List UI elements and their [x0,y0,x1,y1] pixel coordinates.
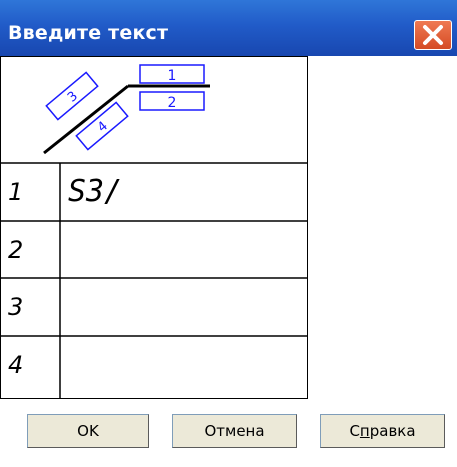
row-number-3: 3 [8,293,24,321]
diagram-label-2: 2 [168,95,177,111]
text-grid: 1 2 3 4 1 S3/ 2 3 4 [0,56,309,399]
title-bar: Введите текст [0,0,457,56]
close-button[interactable] [414,20,452,50]
cancel-button[interactable]: Отмена [172,414,297,448]
row-number-1: 1 [8,178,24,206]
grid-lines: 1 2 3 4 [0,56,308,399]
row-number-2: 2 [8,236,24,264]
dialog-window: Введите текст 1 2 3 4 1 S3/ 2 3 4 OK Отм… [0,0,457,467]
row-number-4: 4 [8,351,24,379]
help-label-suffix: равка [369,422,416,440]
help-label-hotkey: п [359,422,370,440]
help-button[interactable]: Справка [320,414,445,448]
help-label-prefix: С [349,422,360,440]
ok-button[interactable]: OK [27,414,149,448]
diagram-label-1: 1 [168,68,177,84]
window-title: Введите текст [8,22,169,44]
close-icon [423,25,443,45]
row-text-1[interactable]: S3/ [68,174,122,209]
